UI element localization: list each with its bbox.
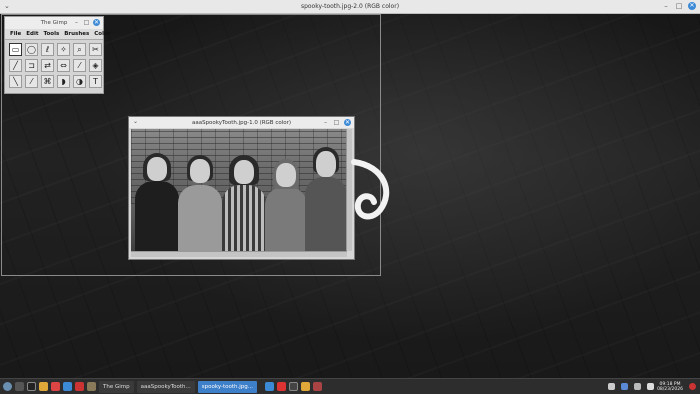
rect-select-icon[interactable]: ▭ — [9, 43, 22, 56]
zoom-icon[interactable]: ⌕ — [73, 43, 86, 56]
person-1 — [133, 147, 181, 251]
toolbox-titlebar[interactable]: The Gimp – □ ✕ — [5, 17, 103, 29]
airbrush-icon[interactable]: ⁄ — [25, 75, 38, 88]
editor-icon[interactable] — [51, 382, 60, 391]
clock[interactable]: 09:18 PM 08/23/2026 — [657, 382, 683, 392]
settings-icon[interactable] — [63, 382, 72, 391]
tool-grid: ▭ ◯ ℓ ✧ ⌕ ✂ ╱ ⊐ ⇄ ⇔ ⁄ ◈ ╲ ⁄ ⌘ ◗ ◑ T — [5, 40, 103, 91]
start-menu-icon[interactable] — [3, 382, 12, 391]
browser-icon[interactable] — [75, 382, 84, 391]
menu-file[interactable]: File — [10, 31, 21, 37]
menu-tools[interactable]: Tools — [43, 31, 59, 37]
horizontal-scrollbar[interactable] — [131, 251, 347, 257]
menu-color[interactable]: Color — [94, 31, 110, 37]
crop-icon[interactable]: ⊐ — [25, 59, 38, 72]
image-window-title: aaaSpookyTooth.jpg-1.0 (RGB color) — [191, 119, 292, 126]
window-thumb-icon[interactable] — [265, 382, 275, 391]
files-icon[interactable] — [39, 382, 48, 391]
main-window-title: spooky-tooth.jpg-2.0 (RGB color) — [300, 3, 400, 10]
bucket-fill-icon[interactable]: ◈ — [89, 59, 102, 72]
bluetooth-icon[interactable] — [621, 383, 629, 390]
move-icon[interactable]: ╱ — [9, 59, 22, 72]
toolbox-title: The Gimp — [40, 20, 68, 26]
show-desktop-icon[interactable] — [15, 382, 24, 391]
network-icon[interactable] — [608, 383, 616, 390]
maximize-icon[interactable]: □ — [83, 19, 90, 26]
clipboard-icon[interactable] — [634, 383, 642, 390]
power-icon[interactable] — [689, 383, 696, 390]
image-window-titlebar[interactable]: ⌄ aaaSpookyTooth.jpg-1.0 (RGB color) – □… — [129, 117, 354, 128]
swirl-logo-icon — [351, 159, 390, 220]
person-3 — [219, 153, 269, 251]
minimize-icon[interactable]: – — [662, 2, 670, 10]
monitor-icon[interactable] — [289, 382, 299, 391]
terminal-icon[interactable] — [27, 382, 36, 391]
close-icon[interactable]: ✕ — [688, 2, 696, 10]
task-gimp[interactable]: The Gimp — [99, 380, 134, 393]
color-picker-icon[interactable]: ⁄ — [73, 59, 86, 72]
menu-brushes[interactable]: Brushes — [64, 31, 89, 37]
gimp-icon[interactable] — [87, 382, 96, 391]
minimize-icon[interactable]: – — [73, 19, 80, 26]
taskbar: The Gimp aaaSpookyTooth... spooky-tooth.… — [0, 378, 700, 394]
maximize-icon[interactable]: □ — [675, 2, 683, 10]
window-menu-icon[interactable]: ⌄ — [133, 118, 138, 125]
menu-edit[interactable]: Edit — [26, 31, 38, 37]
free-select-icon[interactable]: ℓ — [41, 43, 54, 56]
main-window-titlebar[interactable]: ⌄ spooky-tooth.jpg-2.0 (RGB color) – □ ✕ — [0, 0, 700, 14]
ellipse-select-icon[interactable]: ◯ — [25, 43, 38, 56]
system-tray: 09:18 PM 08/23/2026 — [605, 382, 700, 392]
text-icon[interactable]: T — [89, 75, 102, 88]
brush-icon[interactable]: ╲ — [9, 75, 22, 88]
person-2 — [175, 151, 225, 251]
task-aaa-spooky-tooth[interactable]: aaaSpookyTooth... — [136, 380, 195, 393]
close-icon[interactable]: ✕ — [344, 119, 351, 126]
image-window: ⌄ aaaSpookyTooth.jpg-1.0 (RGB color) – □… — [128, 116, 355, 260]
maximize-icon[interactable]: □ — [333, 119, 340, 126]
close-icon[interactable]: ✕ — [93, 19, 100, 26]
smudge-icon[interactable]: ◗ — [57, 75, 70, 88]
task-spooky-tooth[interactable]: spooky-tooth.jpg... — [197, 380, 258, 393]
toolbox-window: The Gimp – □ ✕ File Edit Tools Brushes C… — [4, 16, 110, 94]
toolbox-menubar: File Edit Tools Brushes Color — [5, 29, 110, 40]
minimize-icon[interactable]: – — [322, 119, 329, 126]
band-photo — [131, 129, 347, 251]
window-menu-icon[interactable]: ⌄ — [4, 2, 10, 10]
fuzzy-select-icon[interactable]: ✧ — [57, 43, 70, 56]
transform-icon[interactable]: ⇄ — [41, 59, 54, 72]
clone-icon[interactable]: ⌘ — [41, 75, 54, 88]
scissors-icon[interactable]: ✂ — [89, 43, 102, 56]
vivaldi-icon[interactable] — [277, 382, 287, 391]
folder-icon[interactable] — [301, 382, 311, 391]
dodge-icon[interactable]: ◑ — [73, 75, 86, 88]
volume-icon[interactable] — [647, 383, 655, 390]
app-icon[interactable] — [313, 382, 323, 391]
flip-icon[interactable]: ⇔ — [57, 59, 70, 72]
clock-date: 08/23/2026 — [657, 386, 683, 392]
